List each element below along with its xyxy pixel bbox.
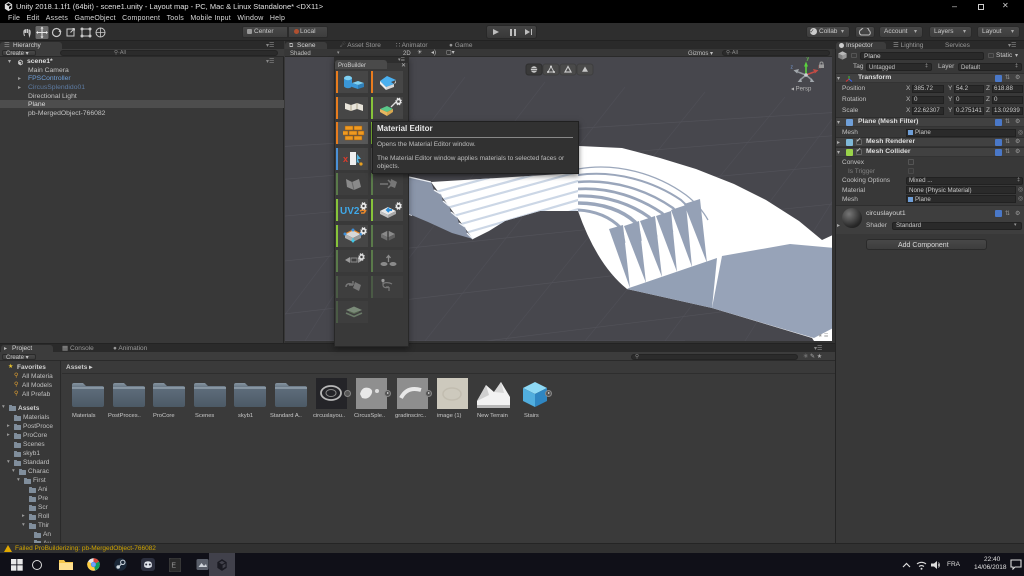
svg-text:UV2: UV2 <box>340 206 360 217</box>
svg-text:E: E <box>171 562 176 569</box>
svg-text:x: x <box>343 154 348 164</box>
svg-text:◂ Persp: ◂ Persp <box>791 87 812 93</box>
